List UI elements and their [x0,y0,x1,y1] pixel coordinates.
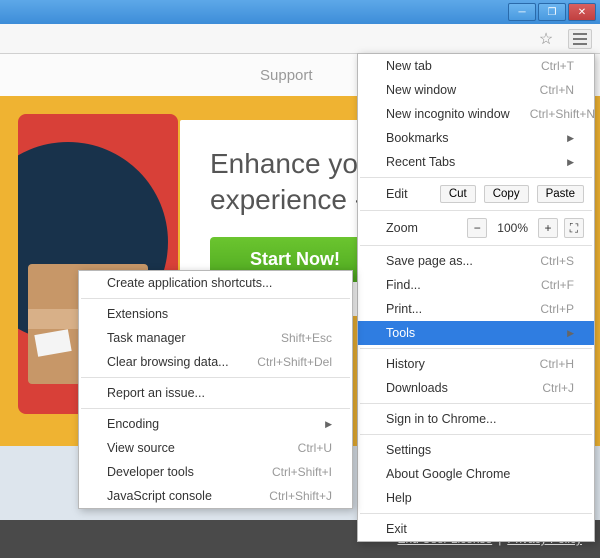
menu-exit[interactable]: Exit [358,517,594,541]
menu-edit-row: Edit Cut Copy Paste [358,181,594,207]
menu-downloads[interactable]: DownloadsCtrl+J [358,376,594,400]
cut-button[interactable]: Cut [440,185,476,203]
copy-button[interactable]: Copy [484,185,529,203]
tools-submenu: Create application shortcuts... Extensio… [78,270,353,509]
menu-incognito[interactable]: New incognito windowCtrl+Shift+N [358,102,594,126]
menu-button[interactable] [568,29,592,49]
submenu-task-manager[interactable]: Task managerShift+Esc [79,326,352,350]
menu-settings[interactable]: Settings [358,438,594,462]
submenu-clear-data[interactable]: Clear browsing data...Ctrl+Shift+Del [79,350,352,374]
menu-help[interactable]: Help [358,486,594,510]
menu-bookmarks[interactable]: Bookmarks▶ [358,126,594,150]
menu-print[interactable]: Print...Ctrl+P [358,297,594,321]
submenu-view-source[interactable]: View sourceCtrl+U [79,436,352,460]
menu-new-tab[interactable]: New tabCtrl+T [358,54,594,78]
submenu-developer-tools[interactable]: Developer toolsCtrl+Shift+I [79,460,352,484]
zoom-out-button[interactable]: − [467,218,487,238]
submenu-encoding[interactable]: Encoding▶ [79,412,352,436]
close-button[interactable]: ✕ [568,3,596,21]
submenu-js-console[interactable]: JavaScript consoleCtrl+Shift+J [79,484,352,508]
menu-new-window[interactable]: New windowCtrl+N [358,78,594,102]
menu-tools[interactable]: Tools▶ [358,321,594,345]
zoom-value: 100% [493,221,532,235]
zoom-in-button[interactable]: + [538,218,558,238]
fullscreen-button[interactable]: ⛶ [564,218,584,238]
menu-find[interactable]: Find...Ctrl+F [358,273,594,297]
submenu-extensions[interactable]: Extensions [79,302,352,326]
minimize-button[interactable]: ─ [508,3,536,21]
submenu-shortcuts[interactable]: Create application shortcuts... [79,271,352,295]
maximize-button[interactable]: ❐ [538,3,566,21]
window-titlebar: ─ ❐ ✕ [0,0,600,24]
chevron-right-icon: ▶ [567,328,574,339]
browser-toolbar: ☆ [0,24,600,54]
nav-support[interactable]: Support [260,67,313,84]
submenu-report-issue[interactable]: Report an issue... [79,381,352,405]
menu-signin[interactable]: Sign in to Chrome... [358,407,594,431]
menu-save-as[interactable]: Save page as...Ctrl+S [358,249,594,273]
chevron-right-icon: ▶ [567,133,574,144]
menu-about[interactable]: About Google Chrome [358,462,594,486]
menu-history[interactable]: HistoryCtrl+H [358,352,594,376]
bookmark-star-icon[interactable]: ☆ [536,29,556,49]
chevron-right-icon: ▶ [325,419,332,430]
menu-recent-tabs[interactable]: Recent Tabs▶ [358,150,594,174]
paste-button[interactable]: Paste [537,185,584,203]
menu-zoom-row: Zoom − 100% + ⛶ [358,214,594,242]
chrome-main-menu: New tabCtrl+T New windowCtrl+N New incog… [357,53,595,542]
chevron-right-icon: ▶ [567,157,574,168]
